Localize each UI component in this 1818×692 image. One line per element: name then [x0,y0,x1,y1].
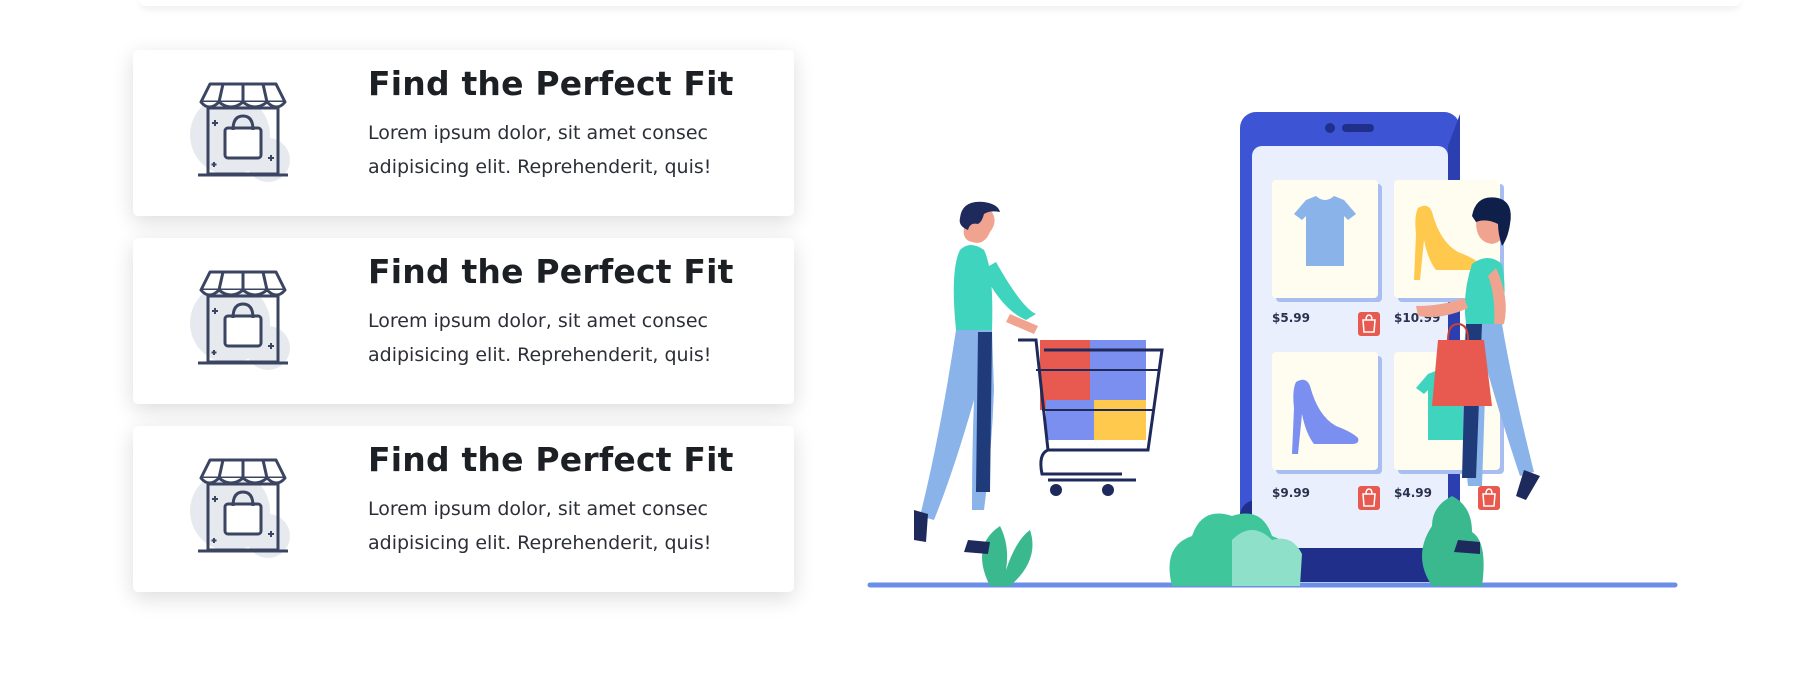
product-tile [1272,352,1382,474]
storefront-bag-icon [190,458,290,558]
product-price: $9.99 [1272,486,1310,500]
product-price: $4.99 [1394,486,1432,500]
feature-card: Find the Perfect Fit Lorem ipsum dolor, … [133,426,794,592]
storefront-bag-icon [190,82,290,182]
shopping-cart-illustration [1018,338,1164,496]
card-title: Find the Perfect Fit [368,64,734,103]
top-section-edge [140,0,1740,6]
card-description: Lorem ipsum dolor, sit amet consec adipi… [368,310,712,366]
feature-card: Find the Perfect Fit Lorem ipsum dolor, … [133,50,794,216]
card-description: Lorem ipsum dolor, sit amet consec adipi… [368,498,712,554]
feature-card: Find the Perfect Fit Lorem ipsum dolor, … [133,238,794,404]
card-title: Find the Perfect Fit [368,252,734,291]
add-to-cart-icon [1358,486,1380,510]
add-to-cart-icon [1358,312,1380,336]
product-tile [1272,180,1382,302]
product-price: $5.99 [1272,311,1310,325]
card-title: Find the Perfect Fit [368,440,734,479]
man-figure [914,201,1038,554]
shopping-illustration: $5.99 $10.99 $9.99 $4.99 [867,112,1678,588]
add-to-cart-icon [1478,486,1500,510]
storefront-bag-icon [190,270,290,370]
card-description: Lorem ipsum dolor, sit amet consec adipi… [368,122,712,178]
